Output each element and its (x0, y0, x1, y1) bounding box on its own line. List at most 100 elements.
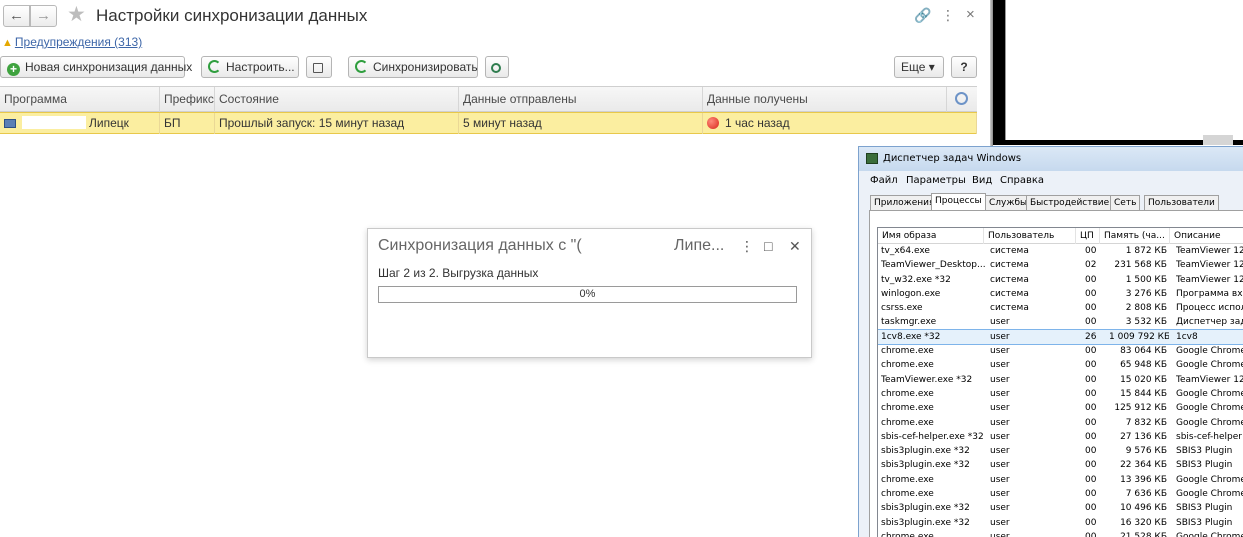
process-description: Google Chrome (1176, 346, 1243, 357)
tab-applications[interactable]: Приложения (870, 195, 939, 211)
process-row[interactable]: tv_x64.exe система 00 1 872 КБ TeamViewer 12 (878, 244, 1243, 258)
process-row[interactable]: 1cv8.exe *32 user 26 1 009 792 КБ 1cv8 (878, 328, 1243, 346)
process-name: tv_x64.exe (881, 246, 930, 256)
process-description: sbis-cef-helper (1176, 431, 1242, 442)
close-icon[interactable]: × (966, 7, 975, 23)
column-header-user[interactable]: Пользователь (984, 228, 1076, 244)
warnings-link[interactable]: Предупреждения (313) (15, 35, 142, 49)
tab-processes[interactable]: Процессы (931, 193, 986, 211)
column-header-description[interactable]: Описание (1170, 228, 1243, 244)
menu-help[interactable]: Справка (1000, 175, 1044, 186)
process-row[interactable]: TeamViewer_Desktop.... система 02 231 568 К… (878, 258, 1243, 272)
tab-network[interactable]: Сеть (1110, 195, 1141, 211)
progress-text: 0% (579, 288, 596, 300)
process-row[interactable]: tv_w32.exe *32 система 00 1 500 КБ TeamViewe… (878, 273, 1243, 287)
menu-icon[interactable]: ⋮ (941, 7, 955, 23)
process-row[interactable]: sbis3plugin.exe *32 user 00 9 576 КБ SBIS3 P… (878, 444, 1243, 458)
process-memory: 7 636 КБ (1125, 489, 1167, 500)
configure-button[interactable]: Настроить... (201, 56, 299, 78)
dialog-maximize-icon[interactable]: □ (764, 238, 772, 254)
process-user: user (990, 431, 1010, 442)
process-list[interactable]: Имя образа Пользователь ЦП Память (ча...… (877, 227, 1243, 537)
process-description: TeamViewer 12 (1176, 246, 1243, 256)
forward-button[interactable]: → (30, 5, 57, 27)
tab-performance[interactable]: Быстродействие (1026, 195, 1114, 211)
new-sync-button[interactable]: + Новая синхронизация данных (0, 56, 192, 78)
menu-file[interactable]: Файл (870, 175, 898, 186)
process-row[interactable]: sbis3plugin.exe *32 user 00 22 364 КБ SBIS3 … (878, 458, 1243, 472)
task-manager-window: Диспетчер задач Windows Файл Параметры В… (858, 146, 1243, 537)
process-row[interactable]: taskmgr.exe user 00 3 532 КБ Диспетчер зад (878, 315, 1243, 329)
copy-icon (313, 63, 323, 73)
more-button[interactable]: Еще ▾ (894, 56, 944, 78)
column-header-state[interactable]: Состояние (215, 87, 459, 112)
process-description: 1cv8 (1176, 331, 1198, 342)
process-row[interactable]: chrome.exe user 00 7 636 КБ Google Chrome (878, 487, 1243, 501)
process-row[interactable]: csrss.exe система 00 2 808 КБ Процесс испол (878, 301, 1243, 315)
back-button[interactable]: ← (3, 5, 30, 27)
process-cpu: 00 (1085, 303, 1097, 314)
process-row[interactable]: chrome.exe user 00 7 832 КБ Google Chrome (878, 416, 1243, 430)
column-header-prefix[interactable]: Префикс (160, 87, 215, 112)
sync-progress-dialog: Синхронизация данных с "( Липе... ⋮ □ ✕ … (367, 228, 812, 358)
process-memory: 125 912 КБ (1114, 403, 1167, 414)
table-row[interactable]: Липецк БП Прошлый запуск: 15 минут назад… (0, 112, 977, 134)
new-sync-label: Новая синхронизация данных (25, 60, 193, 74)
process-row[interactable]: chrome.exe user 00 13 396 КБ Google Chrome (878, 473, 1243, 487)
process-row[interactable]: sbis3plugin.exe *32 user 00 16 320 КБ SBIS3 … (878, 516, 1243, 530)
process-user: user (990, 403, 1010, 414)
process-user: система (990, 260, 1029, 271)
column-header-program[interactable]: Программа (0, 87, 160, 112)
synchronize-button[interactable]: Синхронизировать (348, 56, 478, 78)
process-row[interactable]: winlogon.exe система 00 3 276 КБ Программа в… (878, 287, 1243, 301)
process-cpu: 00 (1085, 360, 1097, 371)
column-header-sent[interactable]: Данные отправлены (459, 87, 703, 112)
menu-view[interactable]: Вид (972, 175, 992, 186)
process-cpu: 00 (1085, 531, 1097, 537)
process-row[interactable]: chrome.exe user 00 65 948 КБ Google Chrome (878, 358, 1243, 372)
link-icon[interactable]: 🔗 (914, 7, 931, 23)
favorite-star-icon[interactable]: ★ (67, 4, 86, 26)
process-user: система (990, 274, 1029, 285)
process-row[interactable]: TeamViewer.exe *32 user 00 15 020 КБ TeamVie… (878, 373, 1243, 387)
error-status-icon (707, 117, 719, 129)
copy-button[interactable] (306, 56, 332, 78)
dialog-title-suffix: Липе... (674, 237, 725, 254)
process-row[interactable]: chrome.exe user 00 15 844 КБ Google Chrome (878, 387, 1243, 401)
process-description: SBIS3 Plugin (1176, 503, 1233, 514)
menu-options[interactable]: Параметры (906, 175, 966, 186)
process-user: user (990, 360, 1010, 371)
tab-users[interactable]: Пользователи (1144, 195, 1219, 211)
process-user: user (990, 503, 1010, 514)
process-row[interactable]: sbis-cef-helper.exe *32 user 00 27 136 КБ sb… (878, 430, 1243, 444)
process-name: tv_w32.exe *32 (881, 274, 951, 285)
column-header-cpu[interactable]: ЦП (1076, 228, 1100, 244)
process-row[interactable]: sbis3plugin.exe *32 user 00 10 496 КБ SBIS3 … (878, 501, 1243, 515)
process-name: taskmgr.exe (881, 317, 937, 328)
process-row[interactable]: chrome.exe user 00 125 912 КБ Google Chrome (878, 401, 1243, 415)
task-manager-title: Диспетчер задач Windows (883, 153, 1022, 164)
synchronize-label: Синхронизировать (373, 60, 478, 74)
dialog-close-icon[interactable]: ✕ (789, 238, 801, 254)
warnings-link-row: ▲ Предупреждения (313) (2, 35, 142, 49)
background-window-thumb (1203, 135, 1233, 145)
tab-services[interactable]: Службы (985, 195, 1032, 211)
help-button[interactable]: ? (951, 56, 977, 78)
dialog-menu-icon[interactable]: ⋮ (740, 238, 754, 254)
task-manager-icon (866, 153, 878, 164)
process-row[interactable]: chrome.exe user 00 21 528 КБ Google Chrome (878, 530, 1243, 537)
column-settings-icon[interactable] (955, 92, 968, 105)
column-header-memory[interactable]: Память (ча... (1100, 228, 1170, 244)
column-header-image-name[interactable]: Имя образа (878, 228, 984, 244)
cell-state: Прошлый запуск: 15 минут назад (215, 113, 459, 134)
cell-program-text: Липецк (89, 116, 129, 130)
process-name: winlogon.exe (881, 288, 941, 299)
process-user: user (990, 460, 1010, 471)
find-button[interactable] (485, 56, 509, 78)
process-memory: 13 396 КБ (1120, 474, 1167, 485)
process-name: 1cv8.exe *32 (881, 331, 941, 342)
process-rows: tv_x64.exe система 00 1 872 КБ TeamViewer 12… (878, 244, 1243, 537)
process-name: chrome.exe (881, 346, 934, 357)
column-header-received[interactable]: Данные получены (703, 87, 947, 112)
process-row[interactable]: chrome.exe user 00 83 064 КБ Google Chrome (878, 344, 1243, 358)
